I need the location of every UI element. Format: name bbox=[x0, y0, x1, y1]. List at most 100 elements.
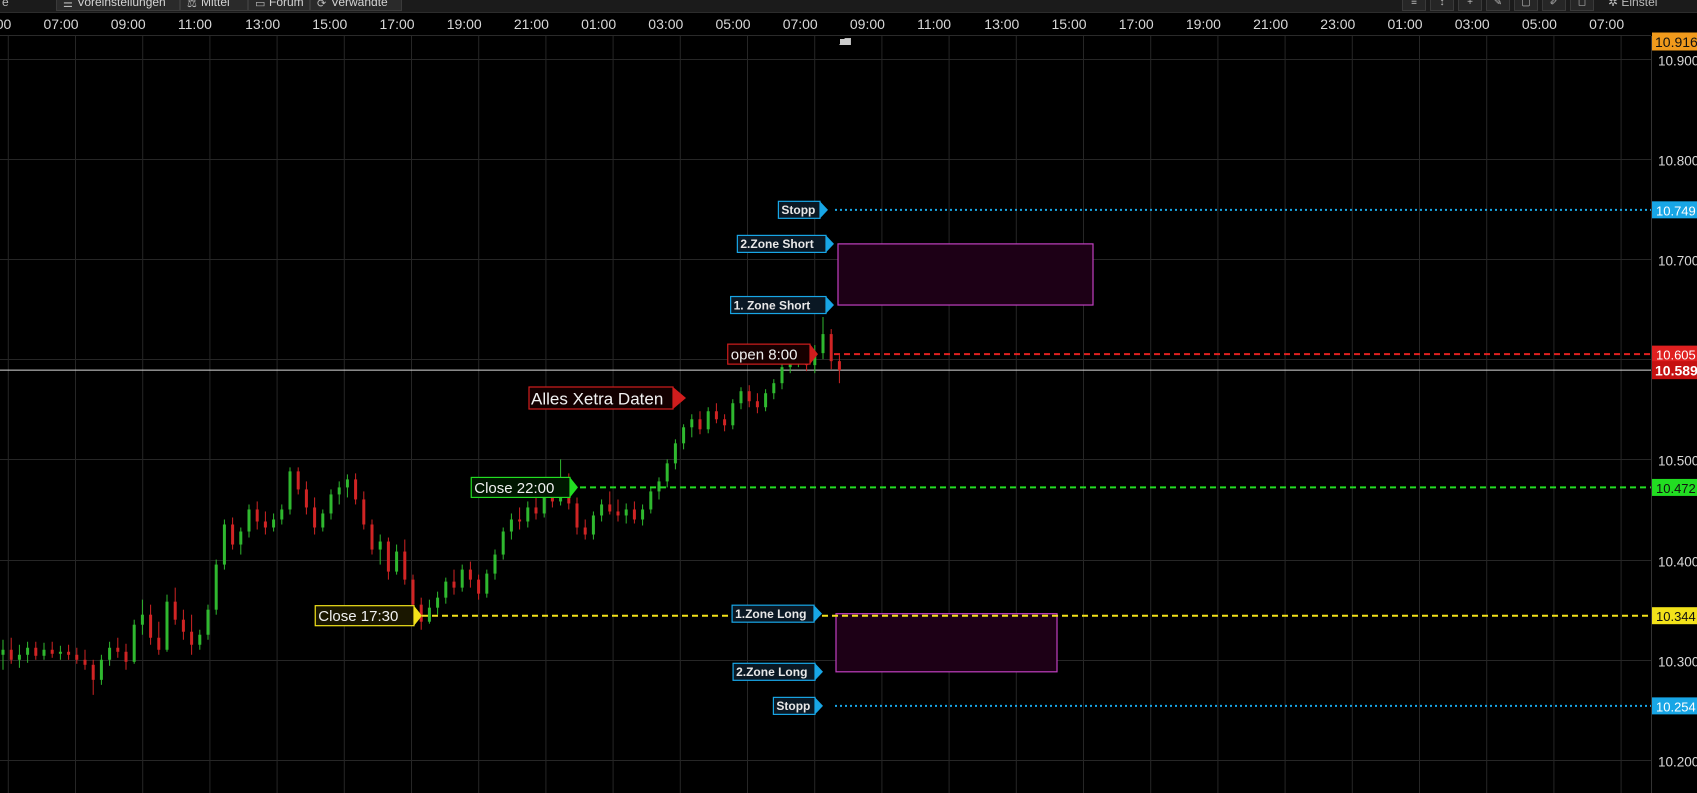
candle-body bbox=[58, 651, 62, 654]
x-tick-label: 17:00 bbox=[380, 16, 415, 32]
x-tick-label: 21:00 bbox=[1253, 16, 1288, 32]
candle-body bbox=[395, 551, 399, 572]
candle-body bbox=[468, 569, 472, 580]
candle-body bbox=[526, 507, 530, 522]
candle-body bbox=[509, 519, 513, 532]
candle-body bbox=[337, 487, 341, 495]
candle-body bbox=[673, 443, 677, 464]
candle-body bbox=[764, 393, 768, 408]
scroll-marker-body bbox=[840, 39, 850, 45]
price-chart[interactable]: 05:00 07:00 09:00 11:00 13:00 15:00 17:00 19:00… bbox=[0, 0, 1697, 793]
candle-body bbox=[378, 541, 382, 550]
candle-body bbox=[616, 511, 620, 516]
annotation-label: Alles Xetra Daten bbox=[531, 390, 663, 409]
price-level-value: 10.605 bbox=[1656, 348, 1696, 363]
marker-flag-label: Close 17:30 bbox=[318, 608, 398, 625]
candle-body bbox=[624, 509, 628, 516]
candle-body bbox=[34, 647, 38, 656]
candle-body bbox=[641, 509, 645, 520]
candle-body bbox=[91, 664, 95, 680]
candle-body bbox=[124, 651, 128, 662]
candle-body bbox=[427, 607, 431, 622]
candle-body bbox=[165, 601, 169, 650]
marker-flag-label: 1.Zone Long bbox=[735, 607, 806, 621]
x-tick-label: 01:00 bbox=[581, 16, 616, 32]
candle-body bbox=[436, 597, 440, 608]
trade-zone-rect bbox=[837, 243, 1094, 306]
candle-body bbox=[272, 519, 276, 528]
candle-body bbox=[649, 491, 653, 510]
x-tick-label: 17:00 bbox=[1119, 16, 1154, 32]
x-tick-label: 01:00 bbox=[1388, 16, 1423, 32]
marker-flag-arrow bbox=[820, 201, 828, 219]
candle-body bbox=[411, 579, 415, 605]
candle-body bbox=[747, 391, 751, 402]
trade-zone-rect bbox=[835, 613, 1058, 673]
marker-flag-arrow bbox=[826, 235, 834, 253]
candle-body bbox=[75, 654, 79, 660]
candle-body bbox=[477, 579, 481, 594]
candle-body bbox=[173, 601, 177, 620]
candle-body bbox=[140, 614, 144, 625]
candle-body bbox=[26, 647, 30, 655]
candle-body bbox=[460, 569, 464, 588]
candle-body bbox=[67, 651, 71, 655]
candle-body bbox=[600, 504, 604, 516]
marker-flag-label: open 8:00 bbox=[731, 347, 798, 364]
candle-body bbox=[657, 481, 661, 492]
x-tick-label: 11:00 bbox=[917, 16, 951, 32]
candle-body bbox=[313, 507, 317, 528]
candle-body bbox=[190, 631, 194, 645]
marker-flag-label: Close 22:00 bbox=[474, 480, 554, 497]
x-tick-label: 07:00 bbox=[1589, 16, 1624, 32]
candle-body bbox=[214, 564, 218, 610]
candle-body bbox=[255, 509, 259, 522]
marker-flag-label: Stopp bbox=[781, 203, 815, 217]
candle-body bbox=[632, 509, 636, 520]
candle-body bbox=[239, 531, 243, 545]
candle-body bbox=[280, 509, 284, 520]
x-tick-label: 15:00 bbox=[312, 16, 347, 32]
marker-flag-arrow bbox=[815, 663, 823, 681]
candle-body bbox=[9, 649, 13, 660]
candle-body bbox=[698, 419, 702, 430]
y-tick-label: 10.200 bbox=[1658, 755, 1697, 770]
candle-body bbox=[444, 581, 448, 598]
marker-flag-arrow bbox=[826, 296, 834, 314]
candle-body bbox=[329, 494, 333, 514]
candle-body bbox=[665, 463, 669, 482]
candle-body bbox=[99, 659, 103, 680]
price-level-value: 10.472 bbox=[1656, 481, 1696, 496]
y-tick-label: 10.700 bbox=[1658, 254, 1697, 269]
candle-body bbox=[108, 647, 112, 660]
x-tick-label: 19:00 bbox=[1186, 16, 1221, 32]
candle-body bbox=[608, 504, 612, 512]
candle-body bbox=[288, 471, 292, 510]
candle-body bbox=[362, 499, 366, 525]
x-tick-label: 23:00 bbox=[1320, 16, 1355, 32]
candle-body bbox=[222, 524, 226, 565]
candle-body bbox=[149, 614, 153, 638]
candle-body bbox=[452, 581, 456, 588]
candle-body bbox=[706, 411, 710, 430]
candle-body bbox=[157, 637, 161, 650]
marker-flag-label: 2.Zone Long bbox=[736, 665, 807, 679]
x-tick-label: 11:00 bbox=[178, 16, 212, 32]
x-tick-label: 09:00 bbox=[850, 16, 885, 32]
y-tick-label: 10.500 bbox=[1658, 454, 1697, 469]
x-tick-label: 03:00 bbox=[1455, 16, 1490, 32]
candle-body bbox=[83, 659, 87, 665]
candle-body bbox=[419, 604, 423, 622]
candle-body bbox=[206, 609, 210, 635]
candle-body bbox=[403, 551, 407, 580]
y-tick-label: 10.300 bbox=[1658, 655, 1697, 670]
x-tick-label: 07:00 bbox=[44, 16, 79, 32]
marker-flag-label: 2.Zone Short bbox=[740, 237, 813, 251]
candle-body bbox=[42, 649, 46, 656]
x-tick-label: 19:00 bbox=[447, 16, 482, 32]
candle-body bbox=[231, 524, 235, 545]
candle-body bbox=[829, 334, 833, 362]
x-tick-label: 05:00 bbox=[1522, 16, 1557, 32]
candle-body bbox=[116, 647, 120, 652]
candle-body bbox=[296, 471, 300, 490]
